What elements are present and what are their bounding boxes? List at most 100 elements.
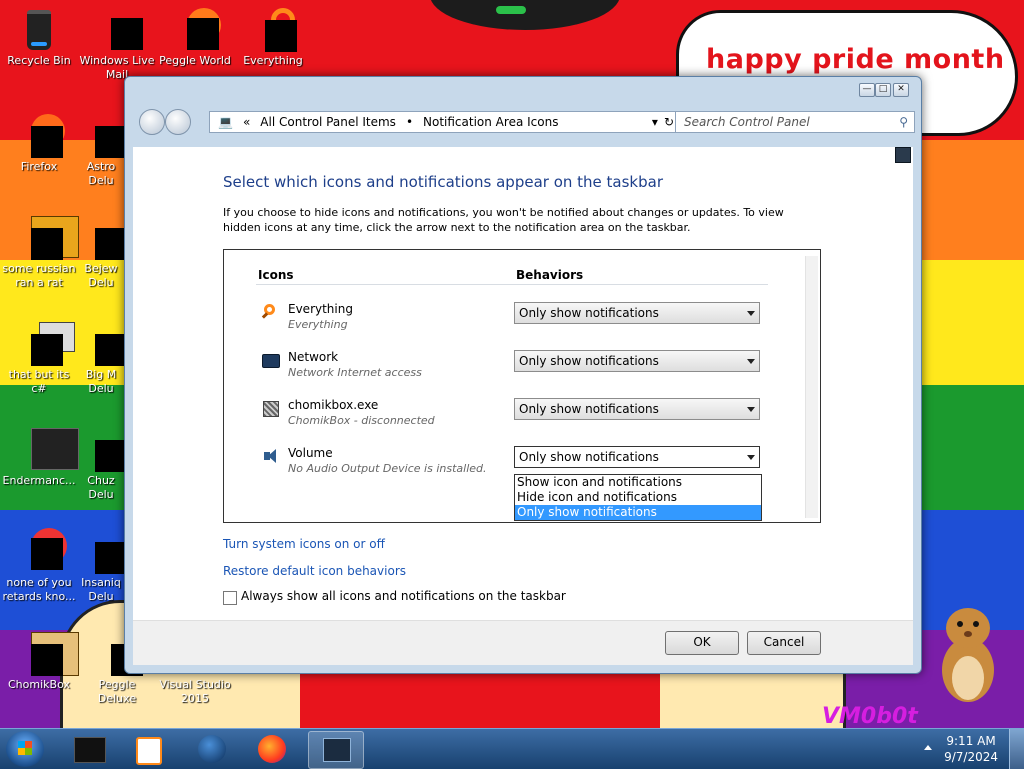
minimize-button[interactable]: —: [859, 83, 875, 97]
show-desktop-button[interactable]: [1009, 729, 1024, 769]
dropdown-option-only-notifications[interactable]: Only show notifications: [515, 505, 761, 520]
desktop-icon-everything[interactable]: Everything: [234, 6, 312, 68]
intro-text: If you choose to hide icons and notifica…: [223, 206, 784, 234]
column-header-behaviors: Behaviors: [516, 268, 584, 282]
breadcrumb-item-control-panel[interactable]: All Control Panel Items: [260, 115, 396, 129]
wallpaper-character-eyes: [496, 6, 526, 14]
desktop-icon-that-but-its-csharp[interactable]: that but its c#: [0, 320, 78, 396]
breadcrumb-overflow-icon[interactable]: «: [243, 115, 250, 129]
magnifier-icon: [261, 304, 278, 320]
forward-button[interactable]: [165, 109, 191, 135]
behavior-dropdown-menu[interactable]: Show icon and notifications Hide icon an…: [514, 474, 762, 521]
show-hidden-icons-icon[interactable]: [924, 745, 932, 750]
chevron-down-icon: [747, 359, 755, 364]
behavior-select[interactable]: Only show notifications: [514, 398, 760, 420]
header-divider: [256, 284, 768, 285]
taskbar-item-browser[interactable]: [184, 731, 238, 767]
chomikbox-icon: [262, 400, 279, 417]
desktop-icon-astro[interactable]: Astro Delu: [78, 112, 127, 188]
endermanch-icon: [17, 426, 79, 470]
desktop-icon-chomikbox[interactable]: ChomikBox: [0, 630, 79, 692]
desktop-icon-big-money[interactable]: Big M Delu: [78, 320, 127, 396]
firefox-icon: [17, 112, 65, 158]
speaker-icon: [262, 448, 278, 464]
search-input[interactable]: Search Control Panel ⚲: [675, 111, 915, 133]
behavior-select[interactable]: Only show notifications: [514, 302, 760, 324]
content-pane: Select which icons and notifications app…: [133, 147, 913, 621]
desktop-icon-chuzzle[interactable]: Chuz Delu: [78, 426, 127, 502]
breadcrumb-item-notification-area[interactable]: Notification Area Icons: [423, 115, 558, 129]
help-icon[interactable]: [895, 147, 911, 163]
desktop-icon-recycle-bin[interactable]: Recycle Bin: [0, 6, 78, 68]
taskbar-item-media-player[interactable]: [120, 731, 174, 767]
restore-defaults-link[interactable]: Restore default icon behaviors: [223, 564, 406, 578]
firefox-icon: [258, 735, 286, 763]
desktop-icon-firefox[interactable]: Firefox: [0, 112, 78, 174]
close-icon: ✕: [897, 84, 905, 94]
row-name: Network: [288, 350, 339, 364]
always-show-checkbox[interactable]: [223, 591, 237, 605]
list-item: chomikbox.exe ChomikBox - disconnected O…: [260, 398, 780, 438]
list-item: Network Network Internet access Only sho…: [260, 350, 780, 390]
minimize-icon: —: [862, 84, 872, 94]
refresh-icon[interactable]: ↻: [664, 115, 674, 129]
maximize-icon: □: [878, 84, 888, 94]
watermark-logo: VM0b0t: [822, 704, 918, 729]
behavior-select[interactable]: Only show notifications: [514, 350, 760, 372]
maximize-button[interactable]: □: [875, 83, 891, 97]
icon-behaviors-list[interactable]: Icons Behaviors Everything Everything On…: [223, 249, 821, 523]
desktop-icon-some-russian[interactable]: some russian ran a rat: [0, 214, 79, 290]
desktop-icon-peggle-world[interactable]: Peggle World: [156, 6, 234, 68]
taskbar-item-firefox[interactable]: [246, 731, 300, 767]
chevron-down-icon: [747, 455, 755, 460]
always-show-label[interactable]: Always show all icons and notifications …: [241, 589, 566, 603]
desktop-icon-bejeweled[interactable]: Bejew Delu: [78, 214, 127, 290]
media-player-icon: [136, 737, 162, 765]
start-button[interactable]: [6, 731, 44, 767]
system-clock[interactable]: 9:11 AM 9/7/2024: [944, 733, 998, 765]
chuzzle-icon: [79, 426, 127, 472]
globe-icon: [198, 735, 226, 763]
taskbar-item-control-panel[interactable]: [308, 731, 364, 769]
turn-system-icons-link[interactable]: Turn system icons on or off: [223, 537, 385, 551]
search-icon[interactable]: ⚲: [899, 112, 908, 132]
peggle-icon: [173, 6, 221, 50]
desktop-icon-endermanch[interactable]: Endermanc...: [0, 426, 79, 488]
row-name: Volume: [288, 446, 333, 460]
chomikbox-desktop-icon: [17, 630, 79, 676]
back-button[interactable]: [139, 109, 165, 135]
notification-area-icons-window: — □ ✕ 💻 « All Control Panel Items • Noti…: [124, 76, 922, 674]
everything-icon: [251, 6, 297, 52]
wallpaper-character-head: [430, 0, 620, 30]
pride-banner-text: happy pride month: [706, 44, 1005, 75]
wallpaper-red-shape: [300, 668, 660, 730]
chevron-down-icon: [747, 311, 755, 316]
row-description: Everything: [288, 318, 348, 331]
taskbar-item-recycle[interactable]: [62, 731, 116, 767]
none-of-you-icon: [17, 528, 67, 572]
ok-button[interactable]: OK: [665, 631, 739, 655]
vertical-scrollbar[interactable]: [805, 256, 818, 518]
cancel-button[interactable]: Cancel: [747, 631, 821, 655]
breadcrumb-dropdown-icon[interactable]: ▾: [652, 115, 658, 129]
breadcrumb[interactable]: 💻 « All Control Panel Items • Notificati…: [209, 111, 679, 133]
computer-icon: 💻: [218, 115, 233, 129]
breadcrumb-separator: •: [405, 115, 414, 129]
mail-icon: [95, 6, 143, 50]
window-titlebar[interactable]: — □ ✕: [125, 77, 921, 103]
column-header-icons: Icons: [258, 268, 294, 282]
desktop-icon-insaniquarium[interactable]: Insaniq Delu: [78, 528, 127, 604]
insaniquarium-icon: [79, 528, 127, 574]
desktop-icon-none-of-you[interactable]: none of you retards kno...: [0, 528, 78, 604]
dropdown-option-show[interactable]: Show icon and notifications: [515, 475, 761, 490]
taskbar: 9:11 AM 9/7/2024: [0, 728, 1024, 769]
close-button[interactable]: ✕: [893, 83, 909, 97]
page-title: Select which icons and notifications app…: [223, 173, 663, 191]
behavior-select[interactable]: Only show notifications: [514, 446, 760, 468]
bejeweled-icon: [79, 214, 127, 260]
network-icon: [262, 352, 280, 368]
dropdown-option-hide[interactable]: Hide icon and notifications: [515, 490, 761, 505]
big-money-icon: [79, 320, 127, 366]
desktop-icon-windows-live-mail[interactable]: Windows Live Mail: [78, 6, 156, 82]
row-description: ChomikBox - disconnected: [288, 414, 435, 427]
